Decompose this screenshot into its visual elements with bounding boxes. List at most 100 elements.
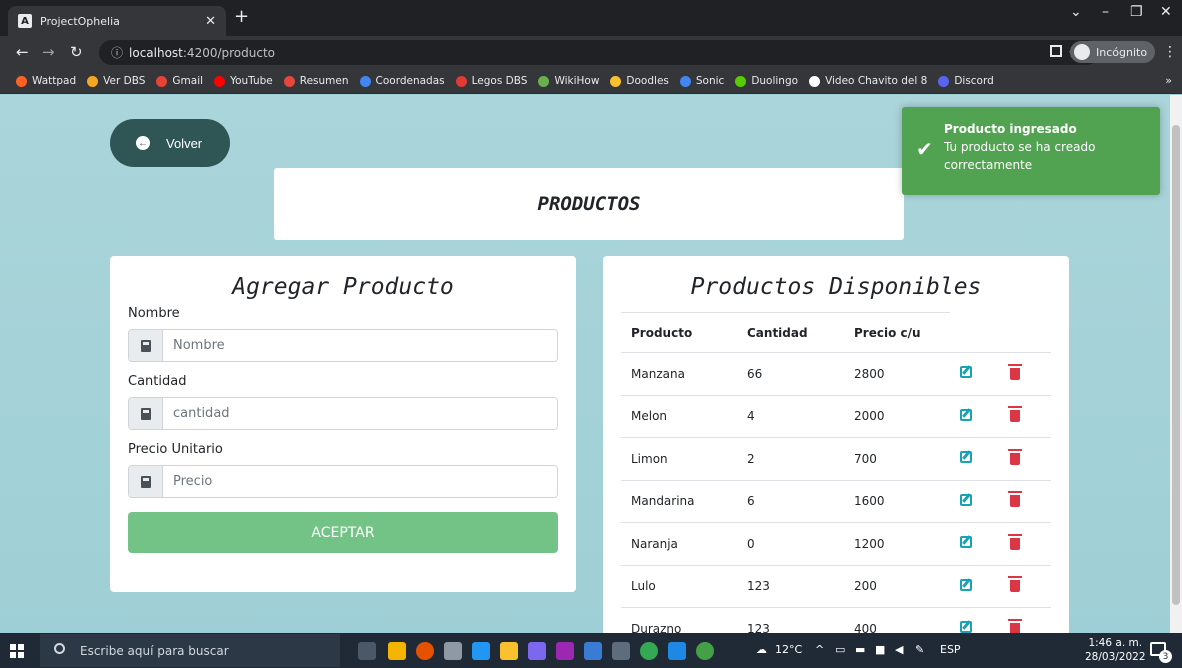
- page-scrollbar[interactable]: [1170, 95, 1182, 633]
- chrome-profile-icon[interactable]: [696, 642, 714, 660]
- bookmark-item[interactable]: Legos DBS: [455, 75, 527, 87]
- trash-icon[interactable]: [1008, 576, 1022, 593]
- forward-arrow-icon[interactable]: →: [42, 43, 55, 61]
- trash-icon[interactable]: [1008, 618, 1022, 633]
- bookmark-favicon-icon: [359, 75, 371, 87]
- app-icon[interactable]: [612, 642, 630, 660]
- bookmark-item[interactable]: Wattpad: [16, 75, 76, 87]
- page-title-card: PRODUCTOS: [274, 168, 904, 240]
- table-row: Limon 2 700: [621, 437, 1051, 481]
- scrollbar-thumb[interactable]: [1172, 125, 1180, 605]
- price-input[interactable]: [163, 466, 557, 497]
- python-icon[interactable]: [584, 642, 602, 660]
- visual-studio-icon[interactable]: [556, 642, 574, 660]
- bookmark-item[interactable]: Resumen: [283, 75, 349, 87]
- bookmark-item[interactable]: Gmail: [156, 75, 203, 87]
- product-name-cell: Lulo: [621, 565, 737, 608]
- products-list-heading: Productos Disponibles: [690, 274, 982, 300]
- bookmark-label: Video Chavito del 8: [825, 75, 928, 87]
- restore-icon[interactable]: ❐: [1130, 4, 1143, 20]
- app-icon[interactable]: [500, 642, 518, 660]
- trash-icon[interactable]: [1008, 533, 1022, 550]
- bookmark-label: Wattpad: [32, 75, 77, 87]
- tray-network-icon[interactable]: ▭: [835, 643, 845, 656]
- bookmarks-overflow-icon[interactable]: »: [1165, 74, 1172, 87]
- trash-icon[interactable]: [1008, 448, 1022, 465]
- quantity-input[interactable]: [163, 398, 557, 429]
- trash-icon[interactable]: [1008, 406, 1022, 423]
- aceptar-button[interactable]: ACEPTAR: [128, 512, 558, 553]
- file-explorer-icon[interactable]: [388, 642, 406, 660]
- minimize-icon[interactable]: –: [1102, 4, 1109, 20]
- column-header-precio: Precio c/u: [844, 312, 950, 353]
- tab-search-chevron-icon[interactable]: ⌄: [1070, 4, 1082, 20]
- trash-icon[interactable]: [1008, 491, 1022, 508]
- volver-button[interactable]: ← Volver: [110, 119, 230, 167]
- tray-battery-icon[interactable]: ▬: [855, 643, 865, 656]
- clock-time: 1:46 a. m.: [1088, 637, 1143, 649]
- bookmark-item[interactable]: Doodles: [610, 75, 669, 87]
- book-icon: [129, 330, 163, 361]
- bookmark-favicon-icon: [538, 75, 550, 87]
- address-bar[interactable]: ⓘ localhost:4200/producto ☆: [99, 40, 1099, 65]
- edit-icon[interactable]: [960, 621, 972, 633]
- edit-icon[interactable]: [960, 578, 972, 591]
- reload-icon[interactable]: ↻: [70, 43, 83, 61]
- close-window-icon[interactable]: ✕: [1160, 4, 1172, 20]
- edit-icon[interactable]: [960, 536, 972, 549]
- browser-tab[interactable]: A ProjectOphelia ✕: [8, 6, 226, 36]
- bookmark-item[interactable]: Coordenadas: [359, 75, 445, 87]
- menu-kebab-icon[interactable]: ⋮: [1163, 44, 1177, 60]
- product-name-cell: Manzana: [621, 352, 737, 396]
- word-icon[interactable]: [668, 642, 686, 660]
- bookmark-item[interactable]: Discord: [938, 75, 994, 87]
- edit-cell: [950, 522, 1000, 566]
- back-arrow-icon[interactable]: ←: [16, 43, 29, 61]
- product-name-cell: Limon: [621, 437, 737, 481]
- bookmark-item[interactable]: Duolingo: [735, 75, 798, 87]
- weather-temp[interactable]: 12°C: [775, 643, 802, 656]
- product-name-cell: Durazno: [621, 607, 737, 633]
- taskbar-search[interactable]: Escribe aquí para buscar: [40, 634, 340, 667]
- teams-icon[interactable]: [528, 642, 546, 660]
- bookmark-item[interactable]: Ver DBS: [87, 75, 145, 87]
- edit-icon[interactable]: [960, 366, 972, 379]
- quantity-cell: 0: [737, 522, 844, 566]
- app-icon[interactable]: [444, 642, 462, 660]
- tray-pen-icon[interactable]: ✎: [915, 643, 924, 656]
- tab-title: ProjectOphelia: [40, 14, 120, 28]
- bookmark-item[interactable]: Sonic: [679, 75, 724, 87]
- tray-lock-icon[interactable]: ■: [875, 643, 885, 656]
- taskbar-clock[interactable]: 1:46 a. m. 28/03/2022: [1085, 636, 1146, 664]
- edit-icon[interactable]: [960, 493, 972, 506]
- bookmark-item[interactable]: Video Chavito del 8: [809, 75, 927, 87]
- windows-start-icon[interactable]: [10, 644, 24, 658]
- tray-chevron-icon[interactable]: ^: [815, 643, 824, 656]
- bookmark-item[interactable]: WikiHow: [538, 75, 599, 87]
- app-icon[interactable]: [416, 642, 434, 660]
- tab-close-icon[interactable]: ✕: [205, 14, 216, 29]
- language-indicator[interactable]: ESP: [940, 643, 961, 656]
- trash-icon[interactable]: [1008, 363, 1022, 380]
- edit-icon[interactable]: [960, 408, 972, 421]
- incognito-badge[interactable]: Incógnito: [1070, 41, 1156, 63]
- new-tab-icon[interactable]: +: [234, 6, 249, 27]
- site-info-icon[interactable]: ⓘ: [111, 44, 123, 61]
- bookmark-favicon-icon: [156, 75, 168, 87]
- price-cell: 400: [844, 607, 950, 633]
- bookmark-favicon-icon: [809, 75, 821, 87]
- success-toast[interactable]: ✔ Producto ingresado Tu producto se ha c…: [902, 107, 1160, 195]
- tray-speaker-icon[interactable]: ◀: [895, 643, 903, 656]
- bookmark-favicon-icon: [16, 75, 27, 87]
- chrome-icon[interactable]: [640, 642, 658, 660]
- name-input[interactable]: [163, 330, 557, 361]
- side-panel-icon[interactable]: [1050, 45, 1062, 57]
- tab-favicon-icon: A: [18, 14, 32, 28]
- vscode-icon[interactable]: [472, 642, 490, 660]
- edit-icon[interactable]: [960, 451, 972, 464]
- incognito-icon: [1074, 44, 1090, 60]
- taskbar-search-placeholder: Escribe aquí para buscar: [80, 643, 229, 658]
- bookmark-item[interactable]: YouTube: [214, 75, 273, 87]
- weather-icon[interactable]: ☁: [756, 643, 767, 656]
- task-view-icon[interactable]: [358, 642, 376, 660]
